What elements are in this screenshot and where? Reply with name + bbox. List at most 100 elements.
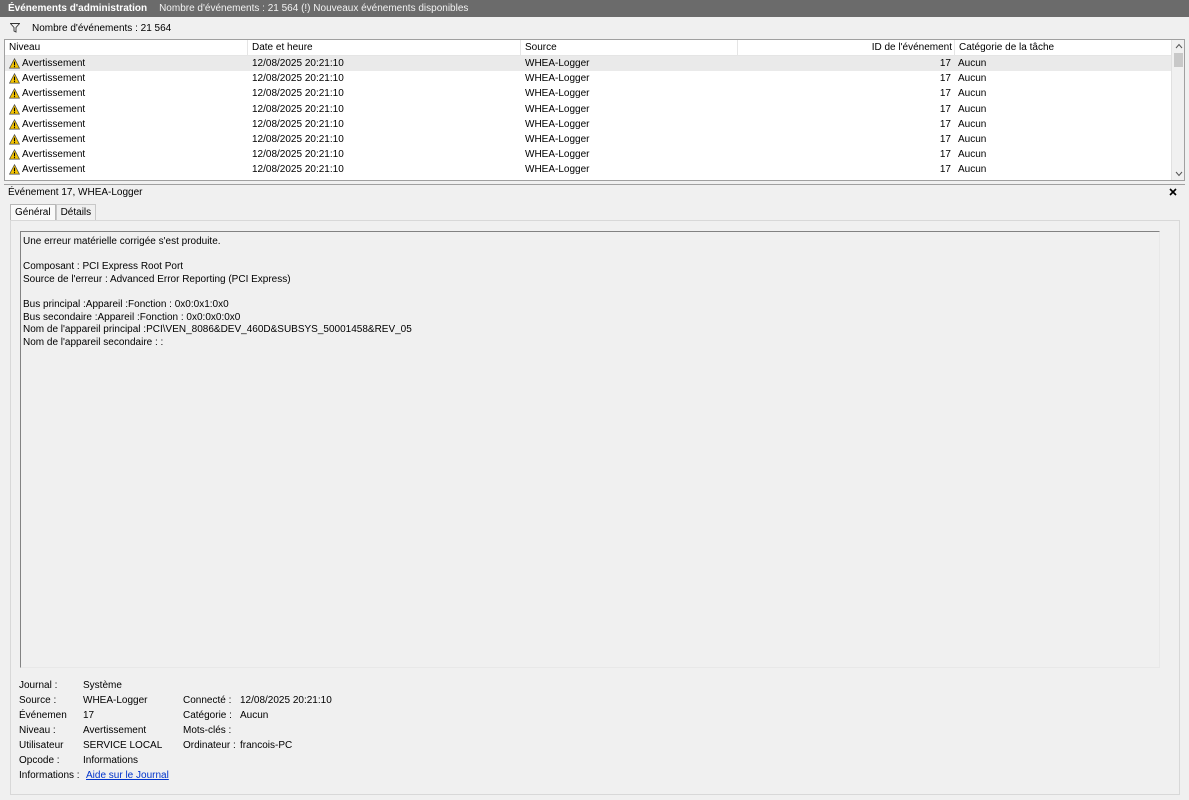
cell-date: 12/08/2025 20:21:10: [252, 164, 344, 176]
level-label: Niveau :: [19, 725, 56, 736]
tab-general[interactable]: Général: [10, 204, 56, 221]
warning-icon: [9, 133, 21, 145]
message-line: Source de l'erreur : Advanced Error Repo…: [23, 273, 291, 285]
cell-level: Avertissement: [9, 132, 249, 147]
message-line: Composant : PCI Express Root Port: [23, 261, 184, 273]
cell-source: WHEA-Logger: [525, 88, 590, 100]
event-message[interactable]: Une erreur matérielle corrigée s'est pro…: [20, 231, 1160, 668]
cell-event-id: 17: [939, 88, 951, 100]
event-log-help-link[interactable]: Aide sur le Journal: [86, 768, 169, 783]
table-row[interactable]: Avertissement 12/08/2025 20:21:10 WHEA-Log…: [5, 71, 1172, 86]
warning-icon: [9, 73, 21, 84]
cell-level: Avertissement: [9, 162, 249, 177]
cell-date: 12/08/2025 20:21:10: [252, 58, 344, 69]
opcode-value[interactable]: Informations: [83, 753, 138, 768]
cell-event-id: 17: [939, 133, 951, 145]
logged-value[interactable]: 12/08/2025 20:21:10: [240, 693, 332, 708]
level-text: Avertissement: [22, 118, 86, 130]
message-line: [23, 249, 1157, 262]
level-text: Avertissement: [22, 149, 86, 161]
scroll-thumb[interactable]: [1174, 53, 1183, 67]
event-detail-title: Événement 17, WHEA-Logger: [8, 186, 143, 198]
table-row[interactable]: Avertissement 12/08/2025 20:21:10 WHEA-Log…: [5, 102, 1172, 117]
warning-icon: [9, 118, 21, 130]
level-text: Avertissement: [22, 58, 86, 69]
event-properties: Journal : Système Source : WHEA-Logger C…: [19, 678, 619, 788]
source-label: Source :: [19, 695, 57, 706]
table-row[interactable]: Avertissement 12/08/2025 20:21:10 WHEA-Log…: [5, 162, 1172, 177]
cell-event-id: 17: [939, 164, 951, 176]
cell-category: Aucun: [958, 164, 987, 176]
cell-source: WHEA-Logger: [525, 118, 590, 130]
message-line: [23, 286, 1157, 299]
cell-event-id: 17: [939, 103, 951, 115]
tab-details[interactable]: Détails: [55, 204, 97, 220]
grid-rows: Avertissement 12/08/2025 20:21:10 WHEA-Log…: [5, 56, 1172, 178]
cell-category: Aucun: [958, 58, 987, 69]
message-line: Bus secondaire :Appareil :Fonction : 0x0…: [23, 311, 241, 323]
table-row[interactable]: Avertissement 12/08/2025 20:21:10 WHEA-Log…: [5, 147, 1172, 162]
filter-icon[interactable]: [8, 21, 22, 35]
event-id-value[interactable]: 17: [83, 708, 94, 723]
cell-category: Aucun: [958, 73, 987, 85]
cell-date: 12/08/2025 20:21:10: [252, 88, 344, 100]
cell-source: WHEA-Logger: [525, 149, 590, 161]
column-header-task-category[interactable]: Catégorie de la tâche: [955, 40, 1172, 56]
user-label: Utilisateur: [19, 740, 64, 751]
cell-event-id: 17: [939, 118, 951, 130]
events-grid[interactable]: Niveau Date et heure Source ID de l'évén…: [4, 39, 1185, 181]
keywords-label: Mots-clés :: [183, 725, 232, 736]
close-icon[interactable]: [1167, 186, 1179, 198]
grid-header: Niveau Date et heure Source ID de l'évén…: [5, 40, 1172, 56]
detail-tabs: Général Détails: [10, 204, 97, 221]
message-line: Nom de l'appareil principal :PCI\VEN_808…: [23, 324, 412, 336]
column-header-event-id[interactable]: ID de l'événement: [738, 40, 955, 56]
grid-scrollbar[interactable]: [1171, 40, 1184, 180]
journal-label: Journal :: [19, 680, 58, 691]
level-value[interactable]: Avertissement: [83, 723, 146, 738]
user-value[interactable]: SERVICE LOCAL: [83, 738, 162, 753]
level-text: Avertissement: [22, 88, 86, 100]
table-row[interactable]: Avertissement 12/08/2025 20:21:10 WHEA-Log…: [5, 117, 1172, 132]
table-row[interactable]: Avertissement 12/08/2025 20:21:10 WHEA-Log…: [5, 132, 1172, 147]
warning-icon: [9, 88, 21, 99]
title-bar: Événements d'administration Nombre d'évé…: [0, 0, 1189, 17]
event-detail-header: Événement 17, WHEA-Logger: [4, 184, 1185, 199]
level-text: Avertissement: [22, 164, 86, 176]
cell-category: Aucun: [958, 133, 987, 145]
events-status: Nombre d'événements : 21 564 (!) Nouveau…: [159, 3, 469, 14]
filter-bar: Nombre d'événements : 21 564: [4, 19, 1185, 37]
level-text: Avertissement: [22, 133, 86, 145]
message-line: Bus principal :Appareil :Fonction : 0x0:…: [23, 298, 229, 310]
computer-value[interactable]: francois-PC: [240, 738, 292, 753]
cell-level: Avertissement: [9, 102, 249, 117]
event-count: Nombre d'événements : 21 564: [32, 22, 172, 34]
cell-category: Aucun: [958, 118, 987, 130]
cell-source: WHEA-Logger: [525, 164, 590, 176]
cell-level: Avertissement: [9, 56, 249, 71]
table-row[interactable]: Avertissement 12/08/2025 20:21:10 WHEA-Log…: [5, 56, 1172, 72]
cell-category: Aucun: [958, 103, 987, 115]
table-row[interactable]: Avertissement 12/08/2025 20:21:10 WHEA-Log…: [5, 86, 1172, 101]
level-text: Avertissement: [22, 73, 86, 85]
column-header-date[interactable]: Date et heure: [248, 40, 521, 56]
warning-icon: [9, 164, 21, 175]
opcode-label: Opcode :: [19, 755, 60, 766]
source-value[interactable]: WHEA-Logger: [83, 693, 147, 708]
scroll-down-icon[interactable]: [1172, 168, 1184, 180]
category-value[interactable]: Aucun: [240, 708, 268, 723]
logged-label: Connecté :: [183, 695, 232, 706]
message-line: Une erreur matérielle corrigée s'est pro…: [23, 236, 221, 247]
level-text: Avertissement: [22, 103, 86, 115]
column-header-source[interactable]: Source: [521, 40, 738, 56]
cell-event-id: 17: [939, 73, 951, 85]
scroll-up-icon[interactable]: [1172, 40, 1184, 52]
cell-level: Avertissement: [9, 147, 249, 162]
warning-icon: [9, 103, 21, 115]
cell-date: 12/08/2025 20:21:10: [252, 133, 344, 145]
message-line: Nom de l'appareil secondaire : :: [23, 336, 164, 348]
cell-date: 12/08/2025 20:21:10: [252, 103, 344, 115]
cell-source: WHEA-Logger: [525, 133, 590, 145]
journal-value[interactable]: Système: [83, 678, 122, 693]
column-header-level[interactable]: Niveau: [5, 40, 248, 56]
